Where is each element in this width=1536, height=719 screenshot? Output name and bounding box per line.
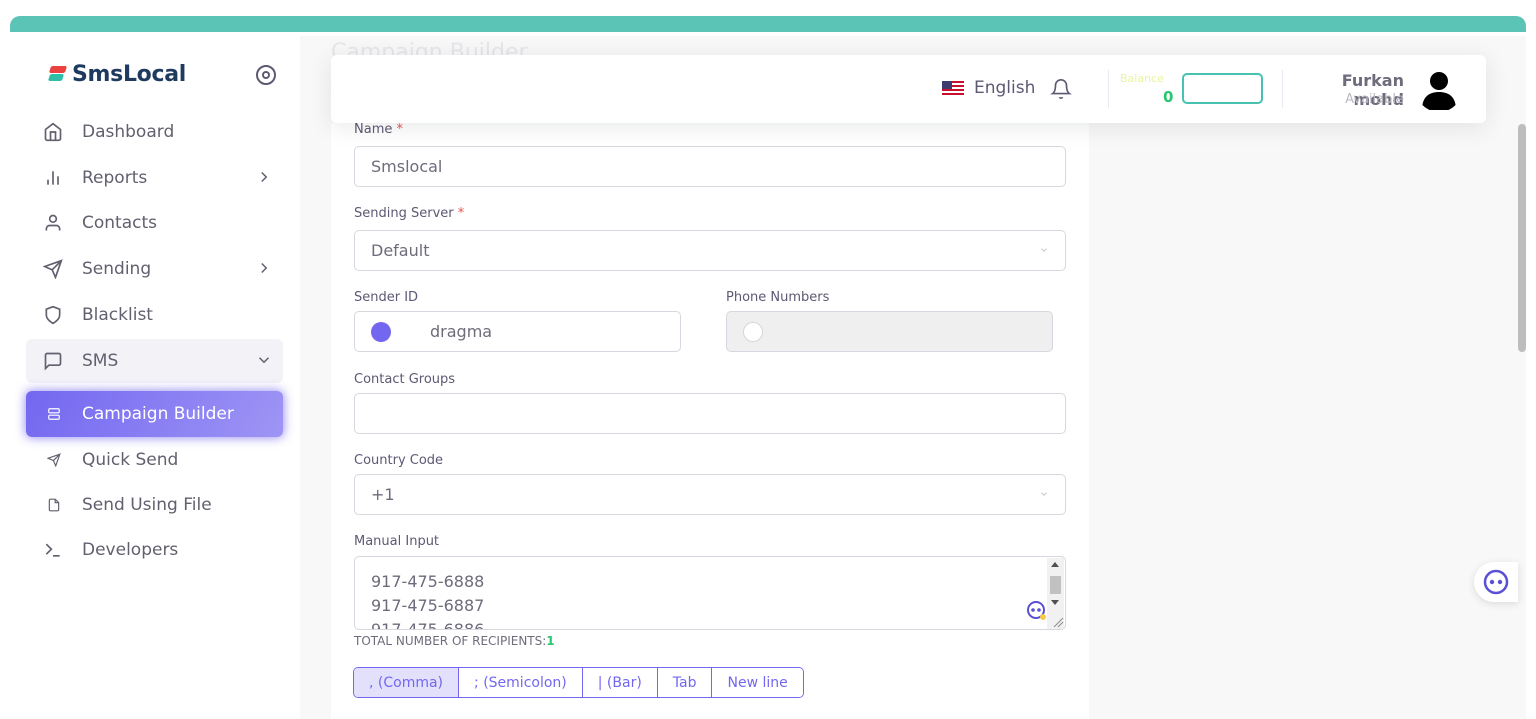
separator-button-group: , (Comma) ; (Semicolon) | (Bar) Tab New … — [353, 667, 804, 698]
page-scrollbar-thumb[interactable] — [1518, 124, 1526, 352]
balance-value: 0 — [1163, 88, 1174, 106]
country-code-label: Country Code — [354, 453, 444, 468]
scroll-thumb[interactable] — [1050, 576, 1061, 594]
manual-input-line: 917-475-6886 — [371, 620, 485, 630]
bell-icon[interactable] — [1050, 77, 1072, 101]
separator-tab-button[interactable]: Tab — [657, 668, 713, 697]
sidebar-item-label: Campaign Builder — [82, 404, 234, 424]
header-divider — [1282, 70, 1283, 108]
sidebar-item-sms[interactable]: SMS — [26, 339, 283, 383]
sidebar-item-reports[interactable]: Reports — [26, 156, 283, 200]
radio-selected-icon[interactable] — [371, 321, 391, 342]
name-input[interactable]: Smslocal — [354, 146, 1066, 187]
sidebar-item-send-using-file[interactable]: Send Using File — [26, 483, 283, 527]
sidebar-item-sending[interactable]: Sending — [26, 247, 283, 291]
phone-numbers-option[interactable] — [726, 311, 1053, 352]
brand-logo-icon — [47, 63, 68, 87]
sidebar-item-label: Reports — [82, 168, 148, 188]
bar-chart-icon — [42, 167, 64, 189]
sidebar-item-label: Contacts — [82, 213, 157, 233]
separator-newline-button[interactable]: New line — [712, 668, 803, 697]
sender-id-option[interactable]: dragma — [354, 311, 681, 352]
manual-input-label: Manual Input — [354, 534, 440, 549]
send-icon — [46, 452, 62, 468]
manual-input-textarea[interactable]: 917-475-6888 917-475-6887 917-475-6886 — [354, 556, 1066, 630]
separator-bar-button[interactable]: | (Bar) — [582, 668, 658, 697]
home-icon — [42, 121, 64, 143]
chevron-down-icon — [258, 357, 270, 364]
resize-grip-icon[interactable] — [1052, 616, 1064, 628]
sender-id-label: Sender ID — [354, 290, 419, 305]
shield-icon — [42, 304, 64, 326]
sidebar-item-label: Blacklist — [82, 305, 153, 325]
scroll-down-arrow-icon[interactable] — [1051, 600, 1059, 605]
send-icon — [42, 258, 64, 280]
message-square-icon — [42, 350, 64, 372]
sidebar-item-blacklist[interactable]: Blacklist — [26, 293, 283, 337]
sidebar-item-label: Dashboard — [82, 122, 175, 142]
chat-bot-icon — [1483, 569, 1509, 595]
sidebar-collapse-toggle-icon[interactable] — [256, 65, 276, 85]
file-icon — [46, 497, 62, 513]
country-code-select[interactable]: +1 — [354, 474, 1066, 515]
sidebar-item-dashboard[interactable]: Dashboard — [26, 110, 283, 154]
user-status: Available — [1345, 92, 1404, 107]
terminal-icon — [42, 539, 64, 561]
avatar[interactable] — [1416, 66, 1462, 112]
chevron-right-icon — [261, 171, 268, 183]
sending-server-label: Sending Server * — [354, 206, 465, 221]
chevron-down-icon — [1041, 248, 1047, 252]
sidebar-item-developers[interactable]: Developers — [26, 528, 283, 572]
sending-server-select[interactable]: Default — [354, 230, 1066, 271]
sidebar-item-campaign-builder[interactable]: Campaign Builder — [26, 391, 283, 437]
sidebar-item-label: SMS — [82, 351, 119, 371]
sidebar-item-label: Send Using File — [82, 495, 212, 515]
scroll-up-arrow-icon[interactable] — [1051, 562, 1059, 567]
user-icon — [42, 212, 64, 234]
separator-semicolon-button[interactable]: ; (Semicolon) — [459, 668, 583, 697]
contact-groups-input[interactable] — [354, 393, 1066, 434]
grammar-assistant-icon[interactable] — [1026, 600, 1048, 622]
chevron-right-icon — [261, 262, 268, 274]
sidebar-item-label: Quick Send — [82, 450, 179, 470]
balance-label: Balance — [1120, 72, 1164, 85]
sidebar-item-contacts[interactable]: Contacts — [26, 201, 283, 245]
server-icon — [46, 406, 62, 422]
radio-unselected-icon[interactable] — [743, 321, 763, 342]
sidebar-item-label: Developers — [82, 540, 179, 560]
name-label: Name * — [354, 122, 403, 137]
sidebar-item-quick-send[interactable]: Quick Send — [26, 438, 283, 482]
recipients-count-text: TOTAL NUMBER OF RECIPIENTS:1 — [354, 634, 555, 648]
separator-comma-button[interactable]: , (Comma) — [354, 668, 460, 697]
phone-numbers-label: Phone Numbers — [726, 290, 830, 305]
chevron-down-icon — [1041, 492, 1047, 496]
avatar-silhouette-icon — [1422, 72, 1456, 110]
language-selector[interactable]: English — [942, 78, 1035, 98]
chat-widget-button[interactable] — [1474, 562, 1518, 602]
sidebar-item-label: Sending — [82, 259, 152, 279]
balance-topup-box[interactable] — [1182, 73, 1263, 104]
contact-groups-label: Contact Groups — [354, 372, 456, 387]
us-flag-icon — [942, 80, 964, 96]
brand[interactable]: SmsLocal — [47, 62, 187, 87]
manual-input-line: 917-475-6888 — [371, 572, 485, 591]
brand-name: SmsLocal — [72, 62, 187, 87]
manual-input-line: 917-475-6887 — [371, 596, 485, 615]
header-divider — [1108, 70, 1109, 108]
